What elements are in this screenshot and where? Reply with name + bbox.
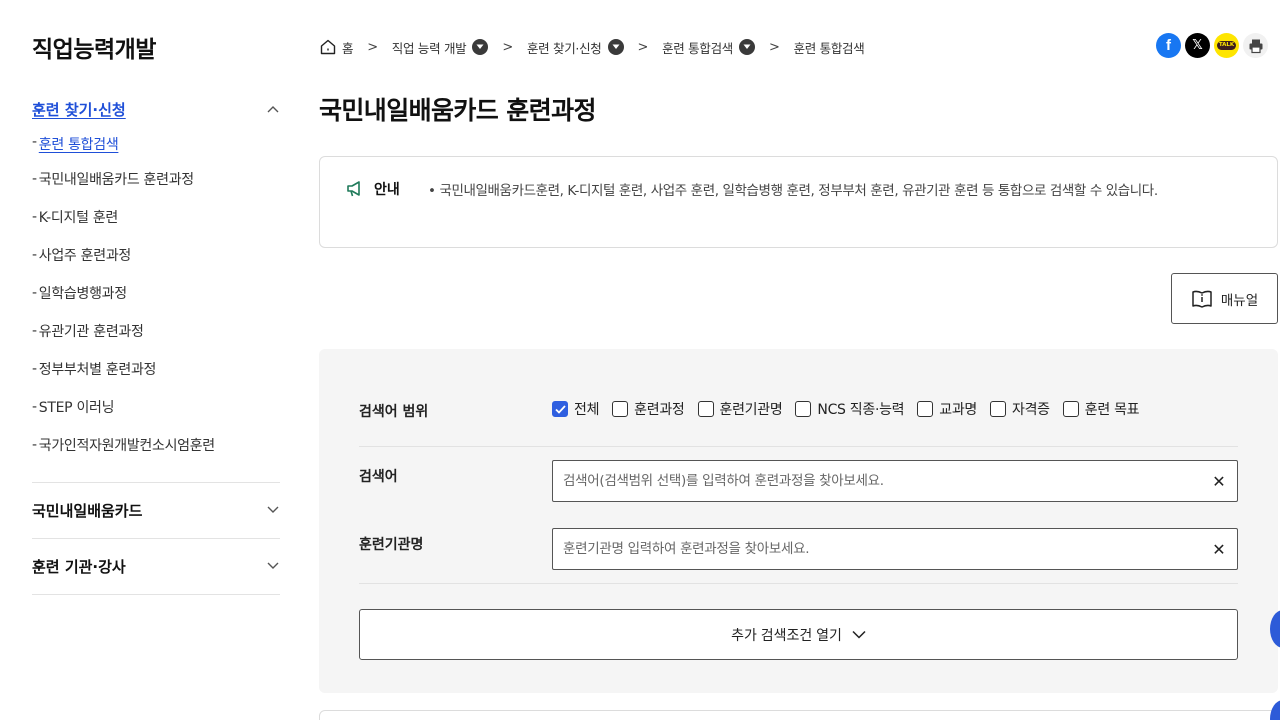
manual-button[interactable]: 매뉴얼 [1171, 273, 1278, 324]
checkbox-icon[interactable] [612, 401, 629, 417]
scope-label: 검색어 범위 [359, 404, 429, 420]
notice-text: • 국민내일배움카드훈련, K-디지털 훈련, 사업주 훈련, 일학습병행 훈련… [428, 183, 1158, 199]
sidebar-section-label[interactable]: 국민내일배움카드 [32, 500, 142, 521]
sidebar-divider [32, 594, 280, 595]
institution-field: ✕ [552, 528, 1238, 570]
breadcrumb-item[interactable]: 훈련 찾기·신청 [527, 38, 624, 57]
dropdown-circle-icon[interactable] [738, 39, 755, 55]
megaphone-icon [346, 180, 366, 198]
search-panel: 검색어 범위 전체 훈련과정 훈련기관명 NCS 직종·능력 교과명 자격증 훈… [319, 349, 1278, 693]
checkbox-icon[interactable] [1062, 401, 1079, 417]
scope-checkbox-goal[interactable]: 훈련 목표 [1062, 399, 1140, 419]
checkbox-icon[interactable] [990, 401, 1007, 417]
sidebar-section-national-card[interactable]: 국민내일배움카드 [32, 482, 280, 538]
sidebar-item-national-card-course[interactable]: - 국민내일배움카드 훈련과정 [32, 160, 280, 198]
sidebar-section-institution-instructor[interactable]: 훈련 기관·강사 [32, 538, 280, 594]
sidebar-item-integrated-search[interactable]: - 훈련 통합검색 [32, 134, 280, 160]
institution-label: 훈련기관명 [359, 537, 424, 553]
notice-head: 안내 [346, 179, 400, 199]
dropdown-circle-icon[interactable] [607, 39, 624, 55]
checkbox-icon[interactable] [795, 401, 812, 417]
sidebar-item-ministry-course[interactable]: - 정부부처별 훈련과정 [32, 350, 280, 388]
sidebar-item-work-study[interactable]: - 일학습병행과정 [32, 274, 280, 312]
home-icon[interactable] [319, 38, 337, 56]
result-card [319, 710, 1278, 720]
chevron-right-icon: > [367, 39, 378, 55]
chevron-right-icon: > [502, 39, 513, 55]
divider [359, 583, 1238, 584]
breadcrumb-current: 훈련 통합검색 [793, 40, 865, 56]
sidebar-sub-list: - 훈련 통합검색 - 국민내일배움카드 훈련과정 - K-디지털 훈련 - 사업주 훈… [32, 134, 280, 464]
scope-checkbox-ncs[interactable]: NCS 직종·능력 [795, 399, 905, 419]
page-title: 국민내일배움카드 훈련과정 [319, 96, 597, 125]
sidebar-item-step-elearning[interactable]: - STEP 이러닝 [32, 388, 280, 426]
breadcrumb-item[interactable]: 직업 능력 개발 [392, 38, 489, 57]
breadcrumb-item[interactable]: 훈련 통합검색 [662, 38, 755, 57]
sidebar-section-label[interactable]: 훈련 기관·강사 [32, 556, 126, 577]
scope-checkbox-certificate[interactable]: 자격증 [990, 399, 1050, 419]
x-icon[interactable]: 𝕏 [1185, 33, 1210, 58]
sidebar-title: 직업능력개발 [32, 37, 156, 63]
keyword-field: ✕ [552, 460, 1238, 502]
keyword-label: 검색어 [359, 469, 398, 485]
sidebar-item-consortium[interactable]: - 국가인적자원개발컨소시엄훈련 [32, 426, 280, 464]
manual-book-icon [1191, 289, 1213, 309]
scope-checkbox-course[interactable]: 훈련과정 [612, 399, 685, 419]
scope-checkbox-all[interactable]: 전체 [552, 399, 599, 419]
notice-label: 안내 [374, 182, 400, 198]
notice-box: 안내 • 국민내일배움카드훈련, K-디지털 훈련, 사업주 훈련, 일학습병행… [319, 156, 1278, 248]
scope-checkbox-group: 전체 훈련과정 훈련기관명 NCS 직종·능력 교과명 자격증 훈련 목표 [552, 399, 1152, 419]
sidebar-item-related-agency[interactable]: - 유관기관 훈련과정 [32, 312, 280, 350]
clear-icon[interactable]: ✕ [1211, 472, 1227, 491]
institution-input[interactable] [553, 529, 1193, 569]
chevron-down-icon[interactable] [266, 559, 280, 573]
dropdown-circle-icon[interactable] [472, 39, 489, 55]
chevron-down-icon [852, 630, 866, 639]
chevron-right-icon: > [637, 39, 649, 55]
scope-checkbox-subject[interactable]: 교과명 [917, 399, 977, 419]
checkbox-icon[interactable] [697, 401, 714, 417]
sidebar-section-label[interactable]: 훈련 찾기·신청 [32, 99, 126, 120]
keyword-input[interactable] [553, 461, 1193, 501]
clear-icon[interactable]: ✕ [1211, 540, 1227, 559]
breadcrumb-home[interactable]: 홈 [319, 38, 354, 57]
chevron-down-icon[interactable] [266, 503, 280, 517]
sidebar-section-training-search[interactable]: 훈련 찾기·신청 [32, 96, 280, 122]
chevron-up-icon[interactable] [266, 102, 280, 116]
sidebar-item-k-digital[interactable]: - K-디지털 훈련 [32, 198, 280, 236]
checkbox-checked-icon[interactable] [552, 401, 568, 417]
print-icon[interactable] [1243, 33, 1268, 58]
share-bar: f 𝕏 TALK [1156, 33, 1268, 58]
kakaotalk-icon[interactable]: TALK [1214, 33, 1239, 58]
divider [359, 446, 1238, 447]
scope-checkbox-institution[interactable]: 훈련기관명 [697, 399, 783, 419]
breadcrumb: 홈 > 직업 능력 개발 > 훈련 찾기·신청 > 훈련 통합검색 > 훈련 통… [319, 36, 865, 58]
checkbox-icon[interactable] [917, 401, 934, 417]
sidebar-item-employer-course[interactable]: - 사업주 훈련과정 [32, 236, 280, 274]
more-conditions-button[interactable]: 추가 검색조건 열기 [359, 609, 1238, 660]
floating-button[interactable] [1270, 700, 1280, 720]
chevron-right-icon: > [768, 39, 780, 55]
facebook-icon[interactable]: f [1156, 33, 1181, 58]
